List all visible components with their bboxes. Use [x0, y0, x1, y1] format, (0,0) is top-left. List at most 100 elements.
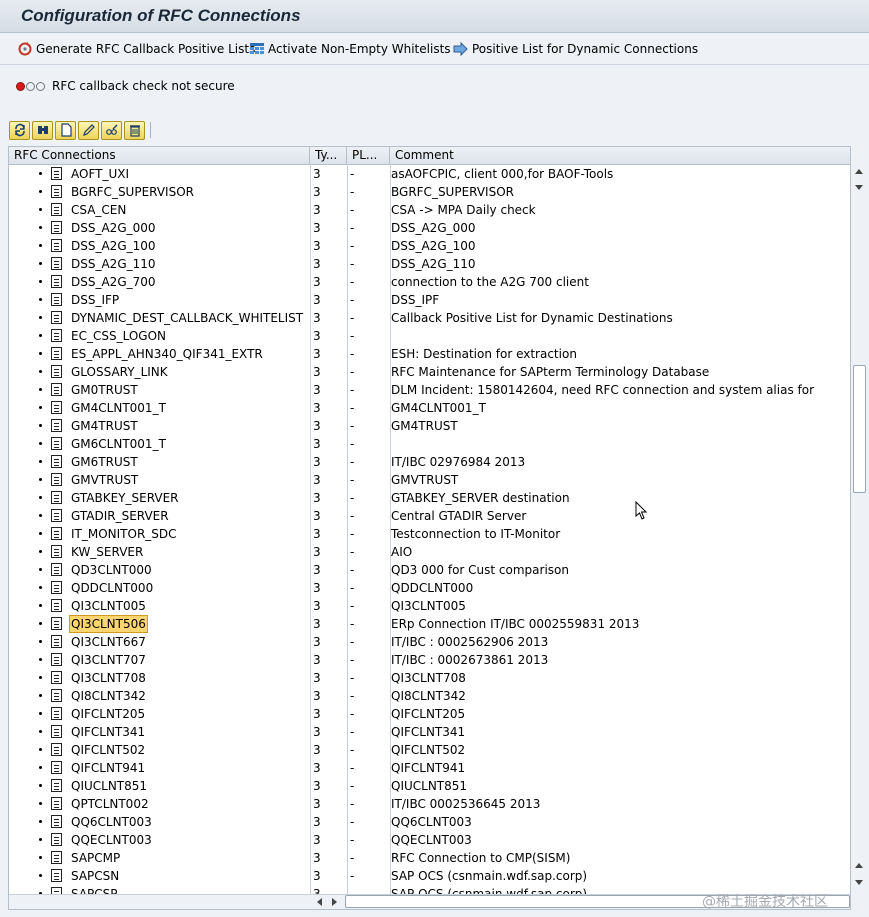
connection-name[interactable]: DSS_A2G_100 [70, 238, 157, 254]
scroll-right-icon[interactable] [329, 897, 339, 907]
table-row[interactable]: GLOSSARY_LINK 3 - RFC Maintenance for SAPte… [9, 363, 850, 381]
table-row[interactable]: GM6CLNT001_T 3 - [9, 435, 850, 453]
connection-name[interactable]: QI8CLNT342 [70, 688, 147, 704]
table-row[interactable]: DSS_IFP 3 - DSS_IPF [9, 291, 850, 309]
connection-name[interactable]: DSS_A2G_110 [70, 256, 157, 272]
connection-name[interactable]: GTADIR_SERVER [70, 508, 170, 524]
connection-name[interactable]: QQECLNT003 [70, 832, 153, 848]
connection-name[interactable]: GM0TRUST [70, 382, 139, 398]
scroll-down-icon[interactable] [854, 877, 864, 887]
header-pl[interactable]: PL... [347, 147, 390, 164]
table-row[interactable]: QIFCLNT941 3 - QIFCLNT941 [9, 759, 850, 777]
table-row[interactable]: QI3CLNT707 3 - IT/IBC : 0002673861 2013 [9, 651, 850, 669]
table-row[interactable]: DSS_A2G_700 3 - connection to the A2G 700 c… [9, 273, 850, 291]
connection-name[interactable]: GM6TRUST [70, 454, 139, 470]
connection-name[interactable]: EC_CSS_LOGON [70, 328, 167, 344]
connection-name[interactable]: QI3CLNT667 [70, 634, 147, 650]
table-row[interactable]: GTABKEY_SERVER 3 - GTABKEY_SERVER destinati… [9, 489, 850, 507]
connection-name[interactable]: GLOSSARY_LINK [70, 364, 169, 380]
connection-name[interactable]: DSS_A2G_000 [70, 220, 157, 236]
table-row[interactable]: QDDCLNT000 3 - QDDCLNT000 [9, 579, 850, 597]
connection-name[interactable]: CSA_CEN [70, 202, 127, 218]
scroll-up-icon[interactable] [854, 861, 864, 871]
connection-name[interactable]: GTABKEY_SERVER [70, 490, 180, 506]
header-type[interactable]: Ty... [310, 147, 347, 164]
vertical-scrollbar[interactable] [851, 163, 868, 908]
table-row[interactable]: CSA_CEN 3 - CSA -> MPA Daily check [9, 201, 850, 219]
change-button[interactable] [78, 120, 99, 140]
connection-name[interactable]: QIFCLNT341 [70, 724, 146, 740]
table-row[interactable]: QI3CLNT005 3 - QI3CLNT005 [9, 597, 850, 615]
table-row[interactable]: QIFCLNT205 3 - QIFCLNT205 [9, 705, 850, 723]
scroll-down-icon[interactable] [854, 182, 864, 192]
table-row[interactable]: IT_MONITOR_SDC 3 - Testconnection to IT-Mon… [9, 525, 850, 543]
positive-list-dynamic-button[interactable]: Positive List for Dynamic Connections [453, 41, 698, 57]
table-row[interactable]: AOFT_UXI 3 - asAOFCPIC, client 000,for BAOF… [9, 165, 850, 183]
table-row[interactable]: GM0TRUST 3 - DLM Incident: 1580142604, need… [9, 381, 850, 399]
table-row[interactable]: QI8CLNT342 3 - QI8CLNT342 [9, 687, 850, 705]
connection-name[interactable]: ES_APPL_AHN340_QIF341_EXTR [70, 346, 264, 362]
create-button[interactable] [55, 120, 76, 140]
connection-name[interactable]: GMVTRUST [70, 472, 139, 488]
connection-name[interactable]: QPTCLNT002 [70, 796, 150, 812]
table-row[interactable]: DSS_A2G_110 3 - DSS_A2G_110 [9, 255, 850, 273]
table-row[interactable]: QPTCLNT002 3 - IT/IBC 0002536645 2013 [9, 795, 850, 813]
connection-name[interactable]: QQ6CLNT003 [70, 814, 153, 830]
vertical-scroll-thumb[interactable] [853, 365, 866, 493]
table-row[interactable]: GM4TRUST 3 - GM4TRUST [9, 417, 850, 435]
connection-name[interactable]: QI3CLNT708 [70, 670, 147, 686]
connection-name[interactable]: GM4CLNT001_T [70, 400, 167, 416]
connection-name[interactable]: DSS_A2G_700 [70, 274, 157, 290]
display-change-button[interactable] [101, 120, 122, 140]
connection-name[interactable]: QIFCLNT941 [70, 760, 146, 776]
table-row[interactable]: QQ6CLNT003 3 - QQ6CLNT003 [9, 813, 850, 831]
connection-name[interactable]: QI3CLNT005 [70, 598, 147, 614]
table-row[interactable]: DSS_A2G_100 3 - DSS_A2G_100 [9, 237, 850, 255]
refresh-button[interactable] [9, 120, 30, 140]
table-row[interactable]: SAPCSN 3 - SAP OCS (csnmain.wdf.sap.corp) [9, 867, 850, 885]
table-row[interactable]: QI3CLNT708 3 - QI3CLNT708 [9, 669, 850, 687]
connection-name[interactable]: AOFT_UXI [70, 166, 130, 182]
connection-name[interactable]: SAPCSN [70, 868, 120, 884]
connection-name[interactable]: GM4TRUST [70, 418, 139, 434]
connection-name[interactable]: SAPCMP [70, 850, 121, 866]
table-row[interactable]: QD3CLNT000 3 - QD3 000 for Cust comparison [9, 561, 850, 579]
connection-name[interactable]: KW_SERVER [70, 544, 144, 560]
table-row[interactable]: GMVTRUST 3 - GMVTRUST [9, 471, 850, 489]
table-row[interactable]: QIFCLNT341 3 - QIFCLNT341 [9, 723, 850, 741]
header-rfc-connections[interactable]: RFC Connections [9, 147, 310, 164]
table-row[interactable]: GTADIR_SERVER 3 - Central GTADIR Server [9, 507, 850, 525]
generate-callback-lists-button[interactable]: Generate RFC Callback Positive Lists [17, 41, 255, 57]
table-row[interactable]: QI3CLNT506 3 - ERp Connection IT/IBC 000255… [9, 615, 850, 633]
table-row[interactable]: QI3CLNT667 3 - IT/IBC : 0002562906 2013 [9, 633, 850, 651]
header-comment[interactable]: Comment [390, 147, 850, 164]
connection-name[interactable]: GM6CLNT001_T [70, 436, 167, 452]
connection-name[interactable]: QIFCLNT502 [70, 742, 146, 758]
connection-name[interactable]: QI3CLNT506 [69, 615, 148, 633]
connection-name[interactable]: QI3CLNT707 [70, 652, 147, 668]
table-row[interactable]: KW_SERVER 3 - AIO [9, 543, 850, 561]
table-row[interactable]: GM6TRUST 3 - IT/IBC 02976984 2013 [9, 453, 850, 471]
table-row[interactable]: GM4CLNT001_T 3 - GM4CLNT001_T [9, 399, 850, 417]
table-row[interactable]: DSS_A2G_000 3 - DSS_A2G_000 [9, 219, 850, 237]
scroll-left-icon[interactable] [315, 897, 325, 907]
table-row[interactable]: DYNAMIC_DEST_CALLBACK_WHITELIST 3 - Callbac… [9, 309, 850, 327]
table-row[interactable]: ES_APPL_AHN340_QIF341_EXTR 3 - ESH: Destina… [9, 345, 850, 363]
table-row[interactable]: QIFCLNT502 3 - QIFCLNT502 [9, 741, 850, 759]
activate-whitelists-button[interactable]: Activate Non-Empty Whitelists [249, 41, 451, 57]
table-row[interactable]: QIUCLNT851 3 - QIUCLNT851 [9, 777, 850, 795]
connection-name[interactable]: DSS_IFP [70, 292, 120, 308]
connection-name[interactable]: IT_MONITOR_SDC [70, 526, 178, 542]
table-row[interactable]: QQECLNT003 3 - QQECLNT003 [9, 831, 850, 849]
connection-name[interactable]: DYNAMIC_DEST_CALLBACK_WHITELIST [70, 310, 304, 326]
table-row[interactable]: EC_CSS_LOGON 3 - [9, 327, 850, 345]
table-row[interactable]: BGRFC_SUPERVISOR 3 - BGRFC_SUPERVISOR [9, 183, 850, 201]
scroll-up-icon[interactable] [854, 167, 864, 177]
table-row[interactable]: SAPCMP 3 - RFC Connection to CMP(SISM) [9, 849, 850, 867]
connection-name[interactable]: BGRFC_SUPERVISOR [70, 184, 195, 200]
delete-button[interactable] [124, 120, 145, 140]
connection-name[interactable]: QDDCLNT000 [70, 580, 154, 596]
connection-name[interactable]: QIFCLNT205 [70, 706, 146, 722]
connection-name[interactable]: QIUCLNT851 [70, 778, 148, 794]
find-button[interactable] [32, 120, 53, 140]
